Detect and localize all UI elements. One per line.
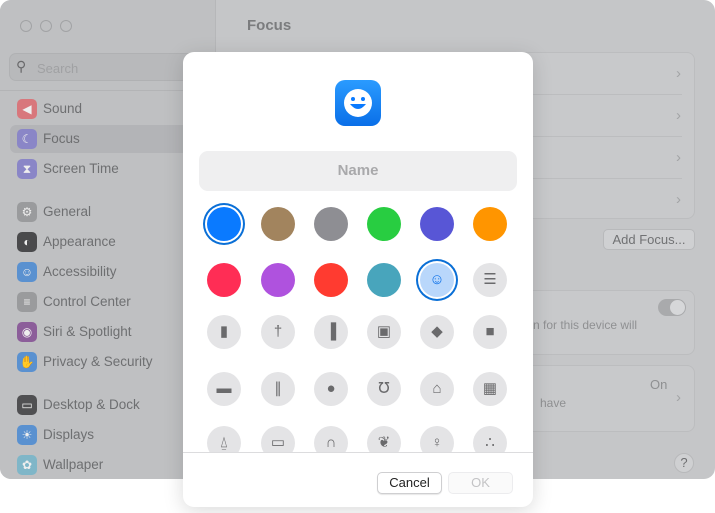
color-swatch[interactable] [207, 263, 241, 297]
color-swatch[interactable] [261, 207, 295, 241]
chevron-right-icon[interactable]: › [676, 389, 681, 406]
pills-icon[interactable]: ● [314, 372, 348, 406]
minimize-button[interactable] [40, 20, 52, 32]
smiley-icon[interactable]: ☺ [420, 263, 454, 297]
search-placeholder: Search [37, 61, 79, 76]
share-across-devices-toggle[interactable] [658, 299, 686, 316]
sidebar-item-label: Sound [43, 101, 83, 116]
sidebar-item-appearance[interactable]: ◐ Appearance [10, 228, 210, 256]
moon-icon: ☾ [17, 129, 37, 149]
house-icon[interactable]: ⌂ [420, 372, 454, 406]
desktop-icon[interactable]: ▭ [261, 426, 295, 452]
hand-icon: ✋ [17, 352, 37, 372]
control-center-icon: ≡ [17, 292, 37, 312]
add-focus-button[interactable]: Add Focus... [603, 229, 695, 250]
credit-card-icon[interactable]: ▬ [207, 372, 241, 406]
sidebar-item-privacy-security[interactable]: ✋ Privacy & Security [10, 348, 210, 376]
sun-icon: ☀ [17, 425, 37, 445]
sidebar-item-wallpaper[interactable]: ✿ Wallpaper [10, 451, 210, 479]
headphones-icon[interactable]: ∩ [314, 426, 348, 452]
chevron-right-icon[interactable]: › [676, 149, 681, 166]
close-button[interactable] [20, 20, 32, 32]
accessibility-icon: ☺ [17, 262, 37, 282]
color-icon-grid: ☺ ☰ ▮ † ▐ ▣ ◆ ■ ▬ ∥ ● ℧ ⌂ ▦ ⍙ ▭ ∩ ❦ ♀ ∴ [183, 52, 533, 452]
sidebar-item-desktop-dock[interactable]: ▭ Desktop & Dock [10, 391, 210, 419]
sidebar-item-label: Focus [43, 131, 80, 146]
focus-status-value: On [650, 377, 668, 392]
sidebar-item-label: Privacy & Security [43, 354, 153, 369]
color-swatch[interactable] [314, 263, 348, 297]
sidebar-item-label: Displays [43, 427, 95, 442]
dock-icon: ▭ [17, 395, 37, 415]
divider [183, 452, 533, 453]
sidebar-item-screen-time[interactable]: ⧗ Screen Time [10, 155, 210, 183]
color-swatch[interactable] [314, 207, 348, 241]
chevron-right-icon[interactable]: › [676, 65, 681, 82]
bank-icon[interactable]: ⍙ [207, 426, 241, 452]
gear-icon: ⚙ [17, 202, 37, 222]
color-swatch[interactable] [367, 263, 401, 297]
color-swatch[interactable] [367, 207, 401, 241]
cancel-button[interactable]: Cancel [377, 472, 442, 494]
gift-icon[interactable]: ▣ [367, 315, 401, 349]
graduation-cap-icon[interactable]: ◆ [420, 315, 454, 349]
document-icon[interactable]: ■ [473, 315, 507, 349]
fork-knife-icon[interactable]: ∥ [261, 372, 295, 406]
sidebar-item-general[interactable]: ⚙ General [10, 198, 210, 226]
stethoscope-icon[interactable]: ℧ [367, 372, 401, 406]
bookmark-icon[interactable]: ▮ [207, 315, 241, 349]
share-description: n for this device will [533, 318, 638, 332]
sidebar-item-label: Control Center [43, 294, 131, 309]
sidebar-item-label: Siri & Spotlight [43, 324, 132, 339]
zoom-button[interactable] [60, 20, 72, 32]
sidebar-item-siri-spotlight[interactable]: ◉ Siri & Spotlight [10, 318, 210, 346]
color-swatch[interactable] [420, 207, 454, 241]
sidebar-item-label: Appearance [43, 234, 116, 249]
chevron-right-icon[interactable]: › [676, 191, 681, 208]
sidebar-item-label: Wallpaper [43, 457, 104, 472]
siri-icon: ◉ [17, 322, 37, 342]
sidebar-item-label: Accessibility [43, 264, 117, 279]
leaf-icon[interactable]: ❦ [367, 426, 401, 452]
hourglass-icon: ⧗ [17, 159, 37, 179]
page-title: Focus [247, 17, 292, 34]
sidebar-item-sound[interactable]: ◀ Sound [10, 95, 210, 123]
focus-status-description: have [540, 396, 567, 410]
sidebar-item-accessibility[interactable]: ☺ Accessibility [10, 258, 210, 286]
sidebar-item-focus[interactable]: ☾ Focus [10, 125, 210, 153]
sidebar-item-control-center[interactable]: ≡ Control Center [10, 288, 210, 316]
color-swatch[interactable] [207, 207, 241, 241]
list-icon[interactable]: ☰ [473, 263, 507, 297]
books-icon[interactable]: ▐ [314, 315, 348, 349]
search-input[interactable]: ⚲ Search [9, 53, 209, 81]
appearance-icon: ◐ [17, 232, 37, 252]
sidebar-item-label: General [43, 204, 92, 219]
speaker-icon: ◀ [17, 99, 37, 119]
search-icon: ⚲ [16, 58, 27, 74]
paw-icon[interactable]: ∴ [473, 426, 507, 452]
person-icon[interactable]: ♀ [420, 426, 454, 452]
color-swatch[interactable] [473, 207, 507, 241]
flower-icon: ✿ [17, 455, 37, 475]
sidebar-item-label: Screen Time [43, 161, 119, 176]
pin-icon[interactable]: † [261, 315, 295, 349]
new-focus-dialog: Name ☺ ☰ ▮ † ▐ ▣ ◆ ■ ▬ ∥ ● ℧ ⌂ ▦ ⍙ ▭ ∩ ❦ ♀ ∴ Cancel OK [183, 52, 533, 507]
ok-button[interactable]: OK [448, 472, 513, 494]
sidebar-item-label: Desktop & Dock [43, 397, 140, 412]
color-swatch[interactable] [261, 263, 295, 297]
chevron-right-icon[interactable]: › [676, 107, 681, 124]
building-icon[interactable]: ▦ [473, 372, 507, 406]
sidebar-item-displays[interactable]: ☀ Displays [10, 421, 210, 449]
help-button[interactable]: ? [674, 453, 694, 473]
